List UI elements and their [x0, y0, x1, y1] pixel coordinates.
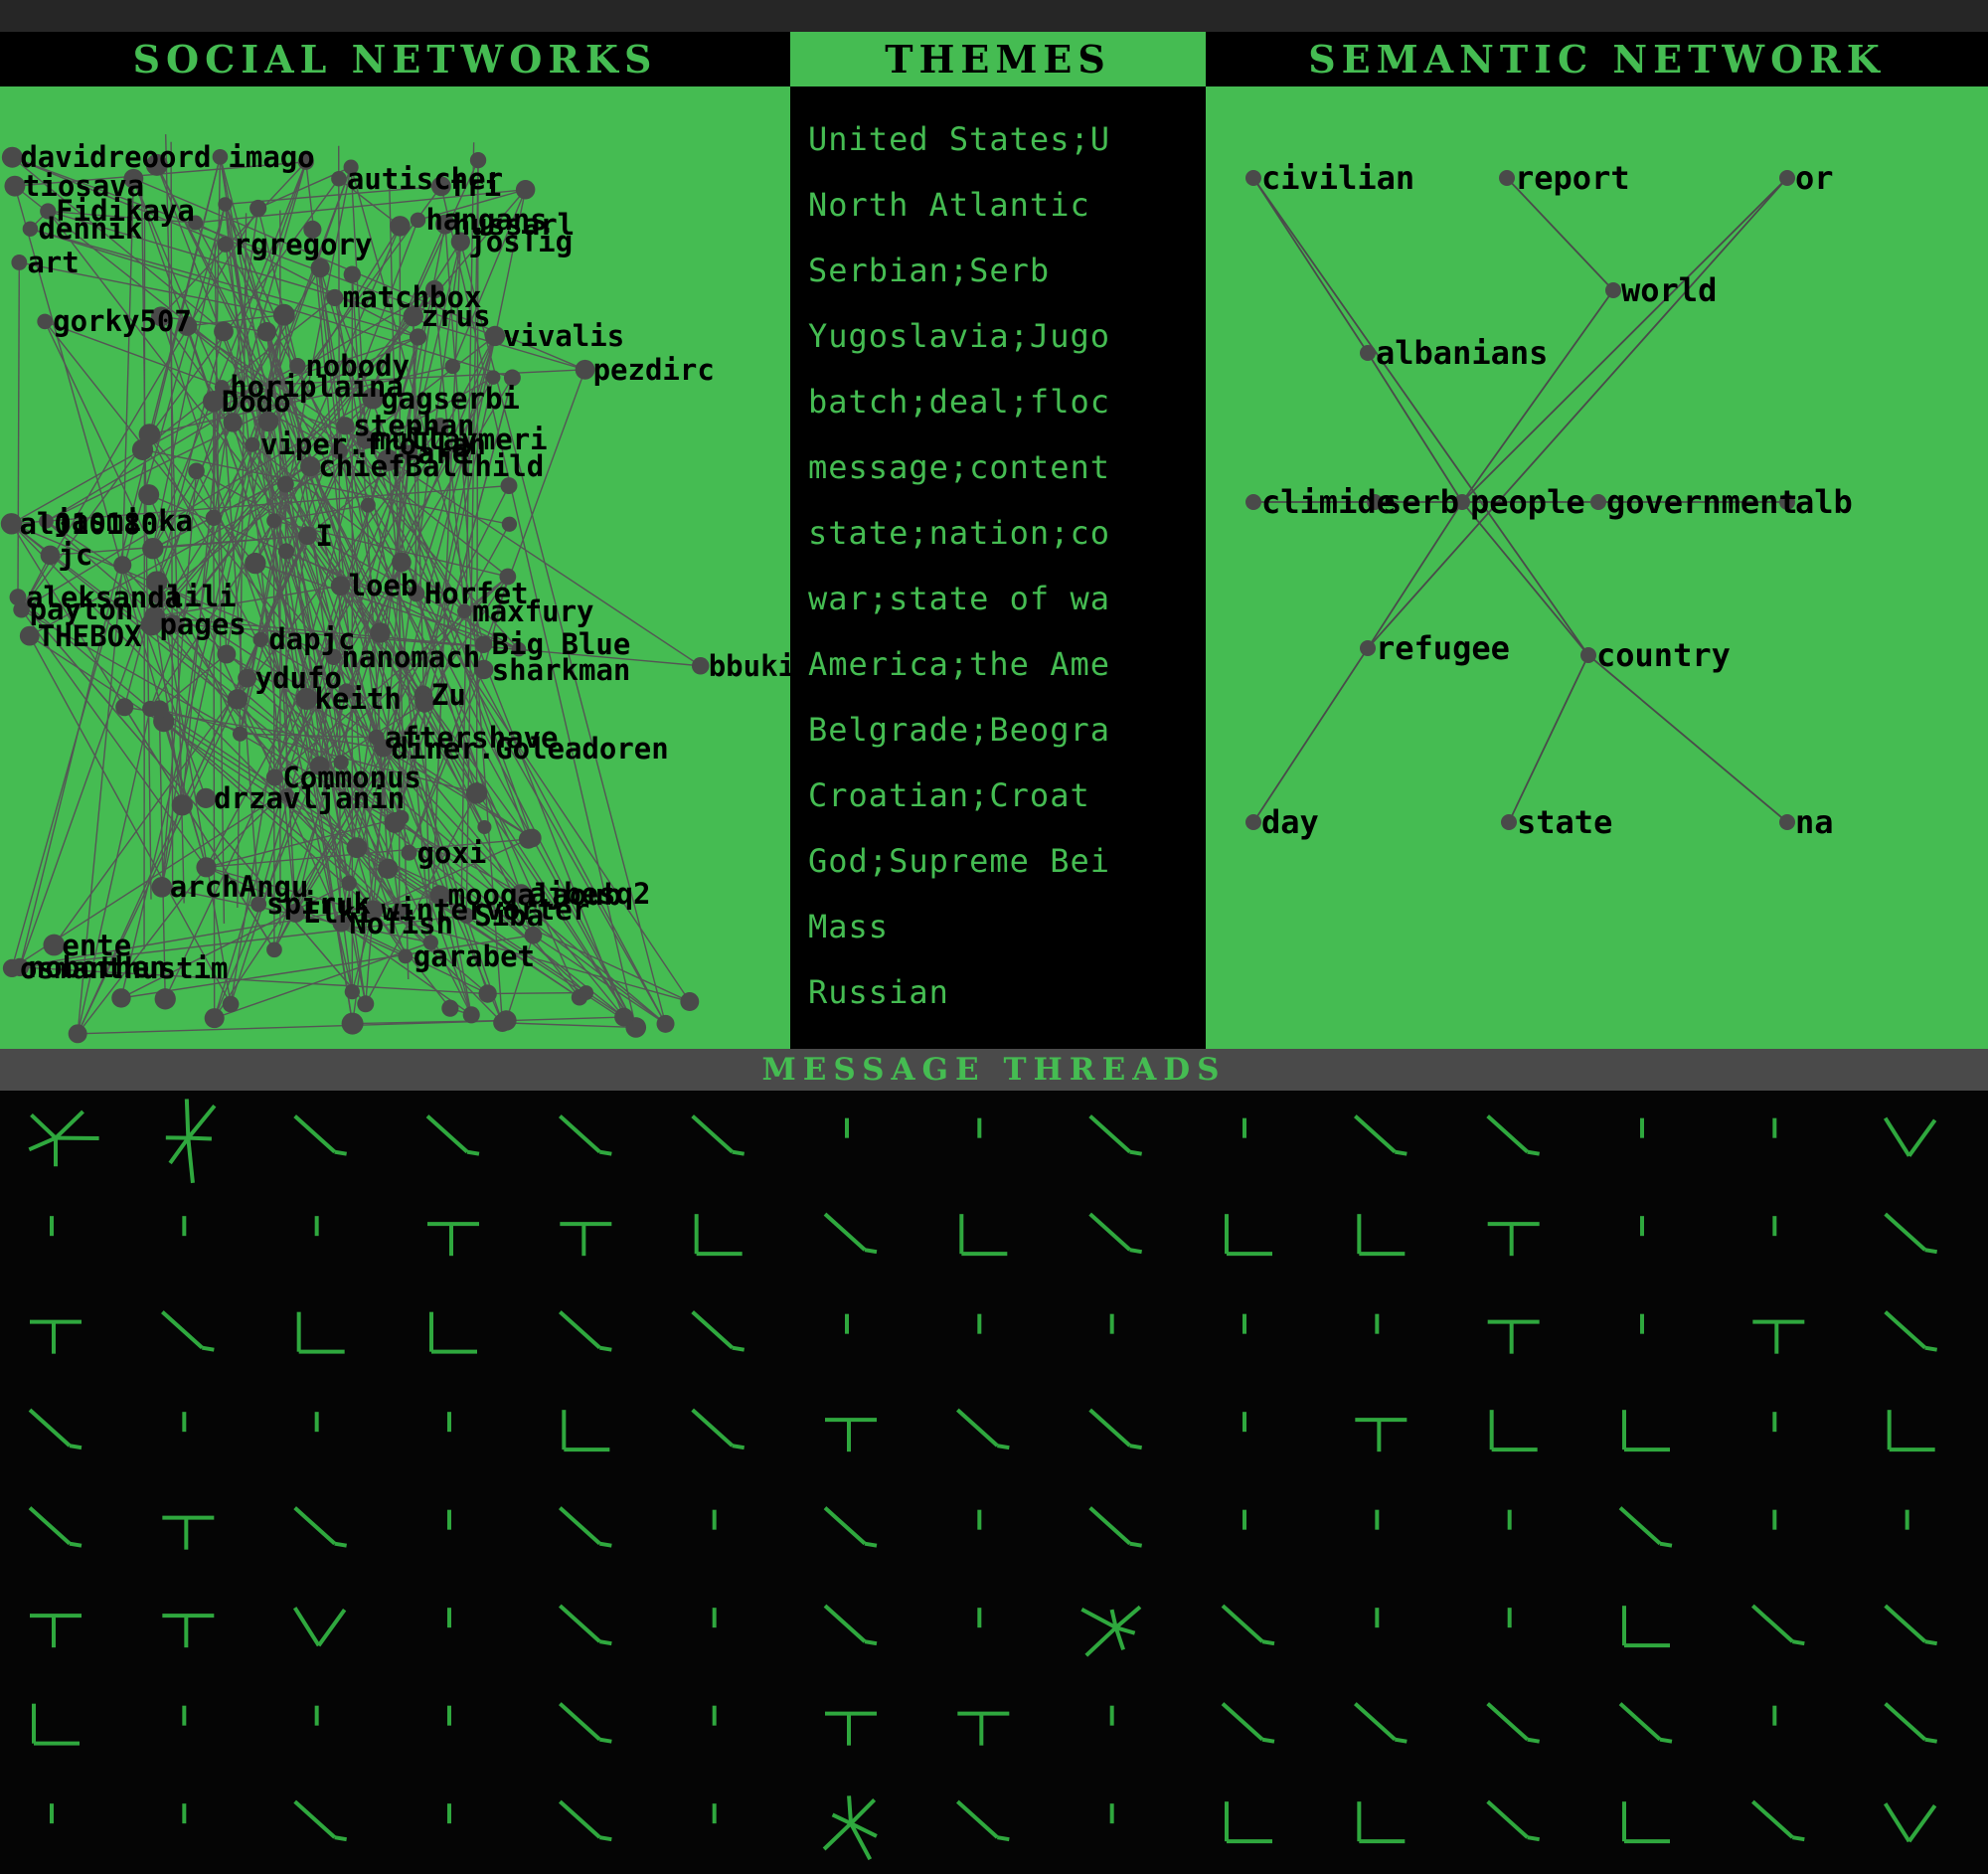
theme-item[interactable]: Croatian;Croat [790, 763, 1206, 828]
theme-item[interactable]: message;content [790, 434, 1206, 500]
panel-social-networks: SOCIAL NETWORKS gagserbi chiefBalthild dap… [0, 32, 790, 1049]
social-network-edges [0, 134, 710, 1044]
panel-semantic-network: SEMANTIC NETWORK civilian report or world al… [1206, 32, 1988, 1049]
panels-row: SOCIAL NETWORKS gagserbi chiefBalthild dap… [0, 32, 1988, 1049]
semantic-network-edges [1245, 170, 1795, 830]
theme-item[interactable]: Russian [790, 959, 1206, 1025]
dashboard-root: SOCIAL NETWORKS gagserbi chiefBalthild dap… [0, 0, 1988, 1874]
theme-item[interactable]: batch;deal;floc [790, 369, 1206, 434]
theme-item[interactable]: Mass [790, 894, 1206, 959]
semantic-network-title: SEMANTIC NETWORK [1206, 32, 1988, 86]
panel-themes: THEMES United States;U North Atlantic Serb… [790, 32, 1206, 1049]
social-networks-graph[interactable]: gagserbi chiefBalthild dapjc diner.Goleador… [0, 86, 790, 1049]
theme-item[interactable]: America;the Ame [790, 631, 1206, 697]
theme-item[interactable]: Yugoslavia;Jugo [790, 303, 1206, 369]
theme-item[interactable]: North Atlantic [790, 172, 1206, 238]
theme-item[interactable]: God;Supreme Bei [790, 828, 1206, 894]
theme-item[interactable]: United States;U [790, 106, 1206, 172]
themes-title: THEMES [790, 32, 1206, 86]
theme-item[interactable]: Belgrade;Beogra [790, 697, 1206, 763]
theme-item[interactable]: Serbian;Serb [790, 238, 1206, 303]
top-strip [0, 0, 1988, 32]
message-threads-glyphs [28, 1099, 1937, 1861]
social-networks-title: SOCIAL NETWORKS [0, 32, 790, 86]
themes-list[interactable]: United States;U North Atlantic Serbian;Ser… [790, 86, 1206, 1025]
message-threads-title: MESSAGE THREADS [0, 1049, 1988, 1091]
theme-item[interactable]: state;nation;co [790, 500, 1206, 566]
semantic-network-graph[interactable]: civilian report or world albanians climide ser… [1206, 86, 1988, 1049]
theme-item[interactable]: war;state of wa [790, 566, 1206, 631]
themes-body: United States;U North Atlantic Serbian;Ser… [790, 86, 1206, 1049]
message-threads-body[interactable] [0, 1091, 1988, 1874]
